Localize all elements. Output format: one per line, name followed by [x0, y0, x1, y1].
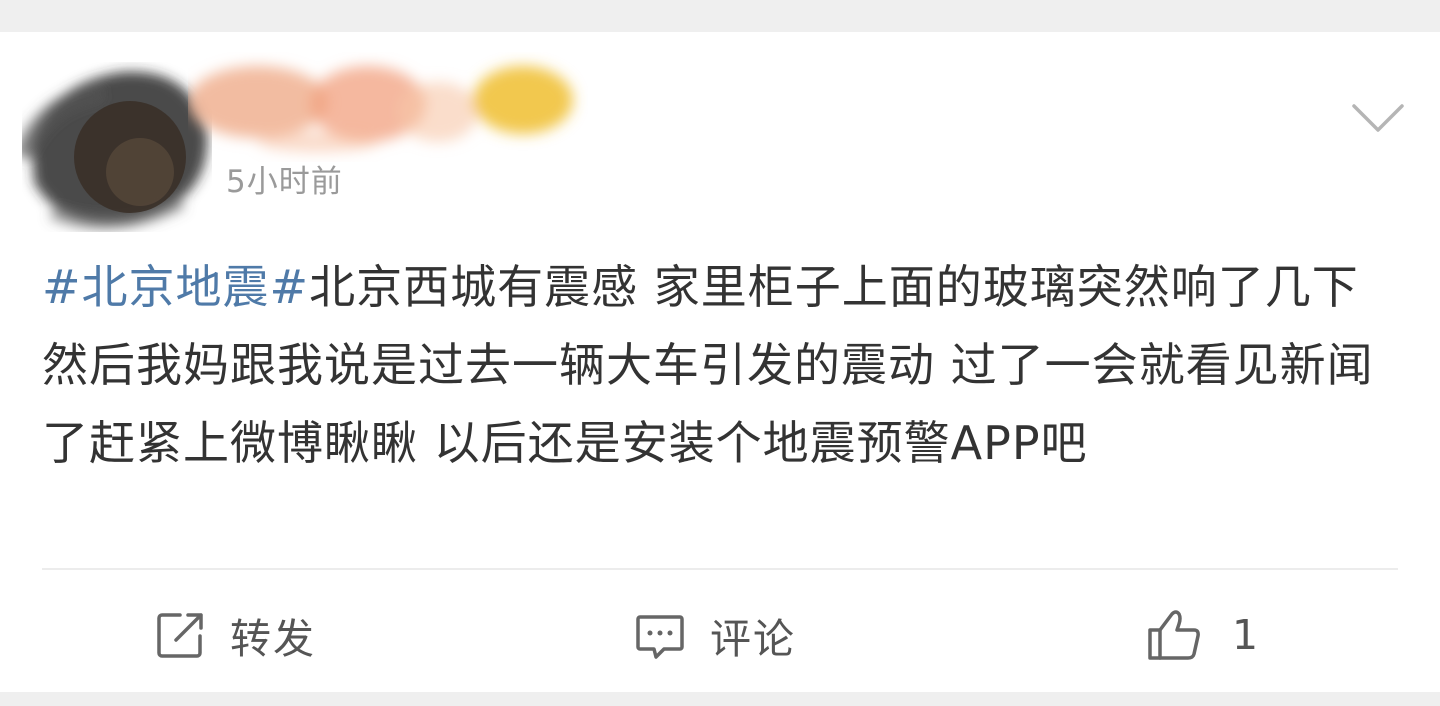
username-redacted[interactable]	[188, 52, 588, 162]
post-timestamp: 5小时前	[226, 164, 343, 200]
repost-button[interactable]: 转发	[154, 600, 316, 670]
bottom-gap	[0, 692, 1440, 706]
like-button[interactable]: 1	[1146, 600, 1260, 670]
top-gap	[0, 0, 1440, 32]
thumbs-up-icon	[1148, 610, 1200, 660]
post-content: #北京地震#北京西城有震感 家里柜子上面的玻璃突然响了几下 然后我妈跟我说是过去…	[42, 248, 1402, 482]
like-count: 1	[1232, 611, 1261, 659]
share-icon	[157, 613, 203, 658]
chevron-down-icon[interactable]	[1350, 100, 1406, 136]
comment-icon	[636, 615, 684, 659]
hashtag-link[interactable]: #北京地震#	[42, 260, 309, 314]
divider	[42, 568, 1398, 570]
avatar[interactable]	[22, 62, 212, 232]
comment-button[interactable]: 评论	[634, 600, 796, 670]
comment-label: 评论	[710, 615, 796, 663]
repost-label: 转发	[230, 615, 316, 663]
